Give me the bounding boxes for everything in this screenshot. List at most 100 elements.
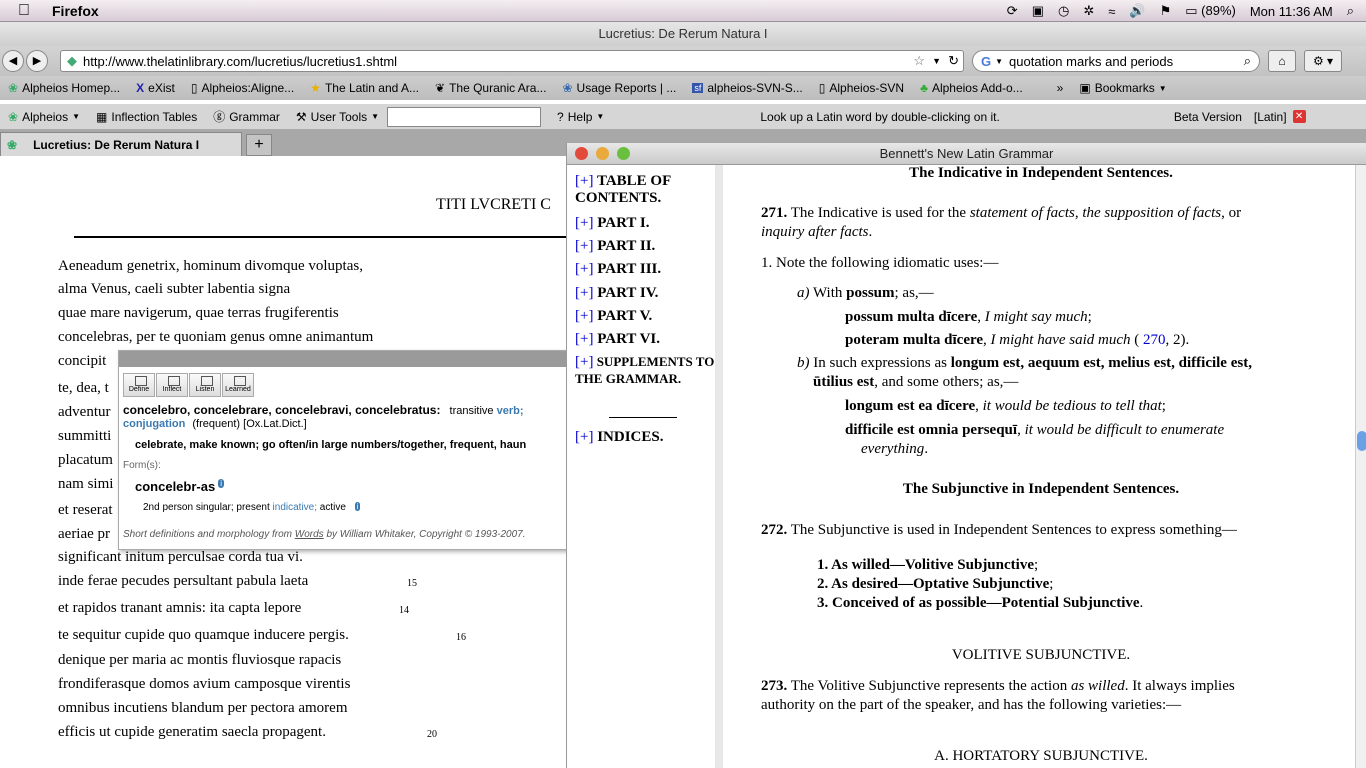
battery-status[interactable]: ▭ (89%) xyxy=(1185,3,1236,19)
grammar-button[interactable]: ⓖ Grammar xyxy=(205,108,288,125)
list-item: 1. As willed—Volitive Subjunctive; xyxy=(817,557,1039,573)
reference-link[interactable]: 270 xyxy=(1143,332,1166,348)
toc-label: PART III. xyxy=(597,261,662,277)
toc-item[interactable]: [+] TABLE OF CONTENTS. xyxy=(575,173,715,207)
toc-item[interactable]: [+] PART IV. xyxy=(575,285,658,302)
bookmarks-menu[interactable]: ▣ Bookmarks ▼ xyxy=(1071,81,1174,95)
toc-item[interactable]: [+] SUPPLEMENTS TO THE GRAMMAR. xyxy=(575,354,715,387)
info-icon[interactable]: i xyxy=(354,502,361,511)
new-tab-button[interactable]: + xyxy=(246,134,272,156)
alpheios-menu[interactable]: ❀ Alpheios ▼ xyxy=(0,110,88,124)
close-icon[interactable]: ✕ xyxy=(1292,110,1306,123)
voice: active xyxy=(319,502,346,513)
definition-popup: Define Inflect Listen Learned concelebro… xyxy=(118,350,568,550)
divider xyxy=(74,236,566,238)
expand-icon[interactable]: [+] xyxy=(575,429,593,445)
clock[interactable]: Mon 11:36 AM xyxy=(1250,4,1333,19)
search-engine-dropdown-icon[interactable]: ▼ xyxy=(995,57,1003,66)
back-button[interactable]: ◀ xyxy=(2,50,24,72)
bookmark-item[interactable]: ❀ Usage Reports | ... xyxy=(554,81,684,95)
bookmark-item[interactable]: ❦ The Quranic Ara... xyxy=(427,81,554,95)
home-button[interactable]: ⌂ xyxy=(1268,50,1296,72)
expand-icon[interactable]: [+] xyxy=(575,261,593,277)
google-icon[interactable]: G xyxy=(981,54,991,69)
wifi-icon[interactable]: ≈ xyxy=(1108,4,1115,19)
paragraph-271: 271. The Indicative is used for the stat… xyxy=(761,205,1241,222)
inflected-form: concelebr-as xyxy=(135,479,216,494)
scrollbar[interactable] xyxy=(1355,165,1366,768)
minimize-window-icon[interactable] xyxy=(596,147,609,160)
alpheios-toolbar: ❀ Alpheios ▼ ▦ Inflection Tables ⓖ Grammar ⚒… xyxy=(0,104,1366,130)
learned-button[interactable]: Learned xyxy=(222,373,254,397)
popup-drag-bar[interactable] xyxy=(119,351,567,367)
example: difficile est omnia persequī, it would b… xyxy=(845,422,1225,438)
expand-icon[interactable]: [+] xyxy=(575,215,593,231)
inflect-button[interactable]: Inflect xyxy=(156,373,188,397)
bookmark-item[interactable]: ❀ Alpheios Homep... xyxy=(0,81,128,95)
define-button[interactable]: Define xyxy=(123,373,155,397)
forward-button[interactable]: ▶ xyxy=(26,50,48,72)
text: difficile est omnia persequī xyxy=(845,422,1018,438)
flag-icon[interactable]: ⚑ xyxy=(1160,3,1172,19)
toc-item[interactable]: [+] PART V. xyxy=(575,308,652,325)
toc-item[interactable]: [+] PART VI. xyxy=(575,331,660,348)
usage-icon: ❀ xyxy=(562,81,573,95)
reload-icon[interactable]: ↻ xyxy=(948,53,959,69)
help-menu[interactable]: ? Help ▼ xyxy=(549,110,612,124)
bookmark-item[interactable]: XeXist xyxy=(128,81,183,95)
sync-icon[interactable]: ⟳ xyxy=(1007,3,1018,19)
bookmark-item[interactable]: sf alpheios-SVN-S... xyxy=(684,81,810,95)
toc-label: PART IV. xyxy=(597,285,659,301)
search-icon[interactable]: ⌕ xyxy=(1244,53,1251,69)
bookmark-item[interactable]: ★ The Latin and A... xyxy=(302,81,427,95)
conjugation-link[interactable]: conjugation xyxy=(123,418,185,430)
scrollbar-thumb[interactable] xyxy=(1357,431,1366,451)
camera-icon[interactable]: ▣ xyxy=(1032,3,1044,19)
addon-icon: ♣ xyxy=(920,81,928,95)
info-icon[interactable]: i xyxy=(218,479,225,488)
poem-line: omnibus incutiens blandum per pectora am… xyxy=(58,700,348,716)
star-icon[interactable]: ☆ xyxy=(913,53,925,69)
volume-icon[interactable]: 🔊 xyxy=(1129,3,1145,19)
close-window-icon[interactable] xyxy=(575,147,588,160)
poem-line: aeriae pr xyxy=(58,526,111,542)
listen-button[interactable]: Listen xyxy=(189,373,221,397)
toc-item[interactable]: [+] INDICES. xyxy=(575,429,663,446)
expand-icon[interactable]: [+] xyxy=(575,331,593,347)
toc-item[interactable]: [+] PART II. xyxy=(575,238,655,255)
search-bar[interactable]: G ▼ quotation marks and periods ⌕ xyxy=(972,50,1260,72)
expand-icon[interactable]: [+] xyxy=(575,285,593,301)
addon-button[interactable]: ⚙ ▾ xyxy=(1304,50,1342,72)
user-tools-menu[interactable]: ⚒ User Tools ▼ xyxy=(288,110,387,124)
spotlight-icon[interactable]: ⌕ xyxy=(1347,3,1354,19)
tab-lucretius[interactable]: ❀ Lucretius: De Rerum Natura I xyxy=(0,132,242,156)
inflection-tables-button[interactable]: ▦ Inflection Tables xyxy=(88,110,205,124)
exist-icon: X xyxy=(136,81,145,95)
toc-item[interactable]: [+] PART III. xyxy=(575,261,661,278)
bookmark-item[interactable]: ▯ Alpheios-SVN xyxy=(811,81,912,95)
expand-icon[interactable]: [+] xyxy=(575,354,593,370)
paragraph-272: 272. The Subjunctive is used in Independ… xyxy=(761,522,1237,539)
time-machine-icon[interactable]: ◷ xyxy=(1058,3,1069,19)
text: 2. As desired—Optative Subjunctive xyxy=(817,576,1050,592)
words-link[interactable]: Words xyxy=(295,529,324,540)
lookup-input[interactable] xyxy=(387,106,542,127)
expand-icon[interactable]: [+] xyxy=(575,173,593,189)
bluetooth-icon[interactable]: ✲ xyxy=(1083,3,1094,19)
indicative-link[interactable]: indicative; xyxy=(273,502,317,513)
bookmark-item[interactable]: ▯ Alpheios:Aligne... xyxy=(183,81,302,95)
verb-link[interactable]: verb; xyxy=(497,405,524,417)
url-dropdown-icon[interactable]: ▼ xyxy=(932,56,941,66)
apple-icon[interactable]:  xyxy=(18,0,38,22)
grammar-window-titlebar[interactable]: Bennett's New Latin Grammar xyxy=(567,143,1366,165)
zoom-window-icon[interactable] xyxy=(617,147,630,160)
bookmarks-overflow[interactable]: » xyxy=(1049,81,1072,95)
expand-icon[interactable]: [+] xyxy=(575,308,593,324)
app-name[interactable]: Firefox xyxy=(52,3,99,19)
text: as willed xyxy=(1070,678,1125,694)
bookmark-item[interactable]: ♣ Alpheios Add-o... xyxy=(912,81,1031,95)
expand-icon[interactable]: [+] xyxy=(575,238,593,254)
toc-item[interactable]: [+] PART I. xyxy=(575,215,649,232)
language-indicator[interactable]: [Latin] xyxy=(1254,110,1287,124)
url-bar[interactable]: ◆ http://www.thelatinlibrary.com/lucreti… xyxy=(60,50,964,72)
